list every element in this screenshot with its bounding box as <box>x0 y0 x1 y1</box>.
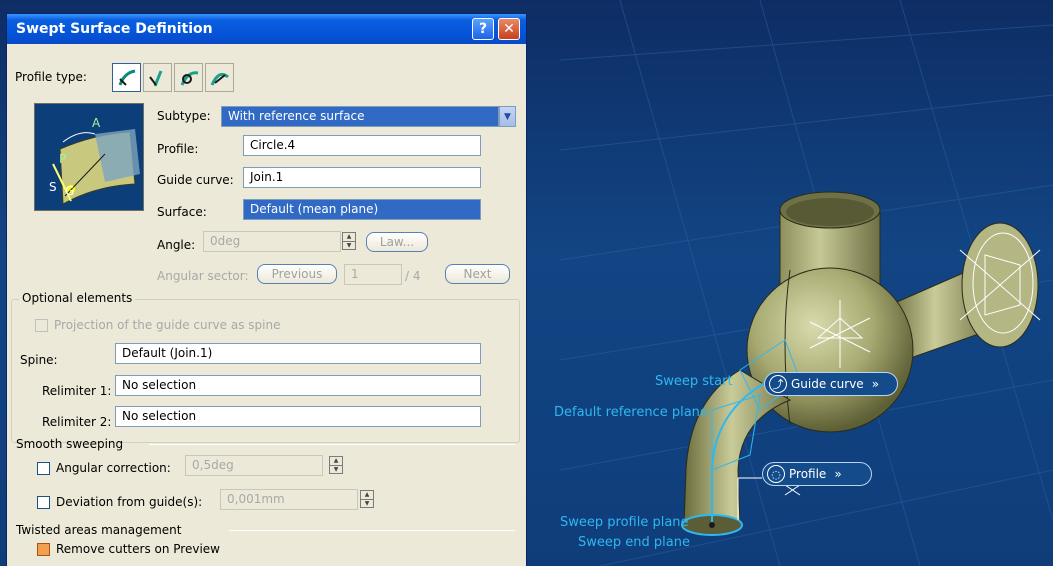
diagram-label-p: P <box>59 152 67 166</box>
chevron-down-icon[interactable]: ▼ <box>499 106 516 127</box>
explicit-profile-type-button[interactable] <box>112 63 141 92</box>
angular-correction-spinner[interactable]: ▲ ▼ <box>329 456 343 474</box>
projection-checkbox[interactable] <box>35 319 48 332</box>
relimiter-2-field[interactable]: No selection <box>115 406 481 427</box>
chevron-right-icon: » <box>871 377 880 391</box>
smooth-sweeping-title: Smooth sweeping <box>16 437 124 451</box>
conic-profile-type-button[interactable] <box>205 63 234 92</box>
relimiter-2-label: Relimiter 2: <box>42 415 112 429</box>
explicit-icon <box>118 69 135 86</box>
diagram-label-a: A <box>92 116 101 130</box>
deviation-spinner[interactable]: ▲ ▼ <box>360 490 374 508</box>
relimiter-1-label: Relimiter 1: <box>42 384 112 398</box>
profile-type-label: Profile type: <box>15 70 87 84</box>
angular-correction-field[interactable]: 0,5deg <box>185 455 323 476</box>
diagram-label-g: G <box>65 184 75 198</box>
conic-icon <box>210 72 229 86</box>
deviation-checkbox[interactable] <box>37 496 50 509</box>
relimiter-1-field[interactable]: No selection <box>115 375 481 396</box>
sweep-end-plane-label: Sweep end plane <box>578 535 690 550</box>
curve-icon: ⤴ <box>769 375 787 393</box>
angle-field[interactable]: 0deg <box>203 231 341 252</box>
remove-cutters-label: Remove cutters on Preview <box>56 542 220 556</box>
surface-label: Surface: <box>157 205 207 219</box>
surface-field[interactable]: Default (mean plane) <box>243 199 481 220</box>
angular-sector-label: Angular sector: <box>157 269 249 283</box>
optional-elements-title: Optional elements <box>19 291 136 305</box>
previous-button[interactable]: Previous <box>257 264 337 284</box>
default-reference-plane-label: Default reference plane <box>554 405 708 420</box>
angle-spinner[interactable]: ▲ ▼ <box>342 232 356 250</box>
swept-surface-dialog: Swept Surface Definition ? ✕ Profile typ… <box>6 13 527 566</box>
diagram-label-s: S <box>49 180 57 194</box>
twisted-areas-title: Twisted areas management <box>16 523 182 537</box>
sweep-start-label: Sweep start <box>655 374 733 389</box>
help-button[interactable]: ? <box>472 18 494 40</box>
subtype-diagram: A P S G <box>34 103 144 211</box>
dialog-titlebar[interactable]: Swept Surface Definition <box>7 14 526 44</box>
chevron-right-icon: » <box>834 467 842 481</box>
profile-label: Profile: <box>157 142 199 156</box>
line-profile-type-button[interactable] <box>143 63 172 92</box>
spine-field[interactable]: Default (Join.1) <box>115 343 481 364</box>
circle-profile-type-button[interactable] <box>174 63 203 92</box>
projection-label: Projection of the guide curve as spine <box>54 318 281 332</box>
dialog-title: Swept Surface Definition <box>16 21 213 37</box>
subtype-label: Subtype: <box>157 109 211 123</box>
profile-tag[interactable]: ◌ Profile » <box>762 462 872 486</box>
sector-field[interactable]: 1 <box>344 264 402 285</box>
profile-field[interactable]: Circle.4 <box>243 135 481 156</box>
next-button[interactable]: Next <box>445 264 510 284</box>
deviation-field[interactable]: 0,001mm <box>220 489 358 510</box>
guide-curve-tag[interactable]: ⤴ Guide curve » <box>764 372 898 396</box>
circle-profile-icon: ◌ <box>767 465 785 483</box>
law-button[interactable]: Law... <box>366 232 428 252</box>
smooth-sweeping-divider <box>149 444 515 445</box>
remove-cutters-checkbox[interactable] <box>37 543 50 556</box>
close-button[interactable]: ✕ <box>498 18 520 40</box>
spine-label: Spine: <box>20 353 58 367</box>
line-icon <box>148 69 162 87</box>
deviation-label: Deviation from guide(s): <box>56 495 203 509</box>
sweep-profile-plane-label: Sweep profile plane <box>560 515 689 530</box>
circle-icon <box>180 70 198 86</box>
guide-curve-tag-label: Guide curve <box>791 377 864 391</box>
angular-correction-checkbox[interactable] <box>37 462 50 475</box>
twisted-areas-divider <box>229 530 515 531</box>
sweep-diagram-illustration <box>52 129 140 205</box>
subtype-dropdown[interactable]: With reference surface <box>221 106 499 127</box>
angular-correction-label: Angular correction: <box>56 461 171 475</box>
profile-tag-label: Profile <box>789 467 827 481</box>
angle-label: Angle: <box>157 238 196 252</box>
guide-curve-label: Guide curve: <box>157 173 234 187</box>
guide-curve-field[interactable]: Join.1 <box>243 167 481 188</box>
sector-total: / 4 <box>405 269 421 283</box>
